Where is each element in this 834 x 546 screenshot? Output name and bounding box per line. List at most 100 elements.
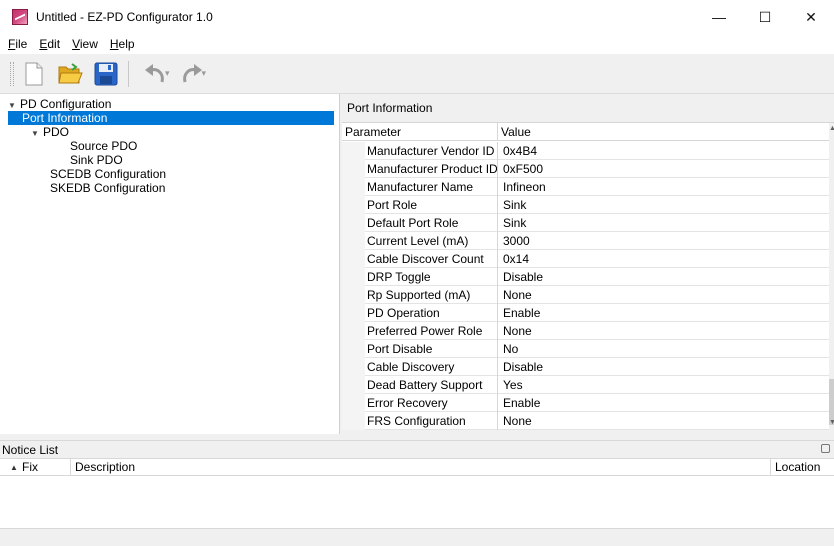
close-button[interactable]: ✕ (788, 0, 834, 34)
scroll-up-icon[interactable]: ▲ (829, 125, 834, 132)
property-name: FRS Configuration (365, 412, 498, 430)
title-bar: Untitled - EZ-PD Configurator 1.0 — ☐ ✕ (0, 0, 834, 34)
property-row[interactable]: Port Disable No (342, 340, 829, 358)
column-header-location[interactable]: Location (775, 459, 820, 477)
property-name: DRP Toggle (365, 268, 498, 286)
menu-view[interactable]: View (66, 37, 104, 51)
property-value[interactable]: Sink (498, 214, 829, 232)
property-name: Manufacturer Name (365, 178, 498, 196)
sort-ascending-icon[interactable]: ▲ (10, 459, 18, 477)
property-value[interactable]: Disable (498, 268, 829, 286)
tree-item-label: SCEDB Configuration (50, 167, 167, 181)
property-name: Preferred Power Role (365, 322, 498, 340)
new-file-icon (25, 62, 43, 85)
property-row[interactable]: Current Level (mA) 3000 (342, 232, 829, 250)
save-button[interactable] (90, 58, 122, 90)
undo-dropdown-icon[interactable]: ▾ (165, 68, 170, 79)
property-row[interactable]: Dead Battery Support Yes (342, 376, 829, 394)
configuration-tree: ▼ PD Configuration Port Information ▼ PDO … (0, 94, 340, 434)
property-row[interactable]: DRP Toggle Disable (342, 268, 829, 286)
property-row[interactable]: Manufacturer Vendor ID 0x4B4 (342, 142, 829, 160)
property-row[interactable]: Default Port Role Sink (342, 214, 829, 232)
property-value[interactable]: None (498, 322, 829, 340)
tree-item-scedb-configuration[interactable]: SCEDB Configuration (50, 167, 166, 181)
property-value[interactable]: Disable (498, 358, 829, 376)
property-name: Dead Battery Support (365, 376, 498, 394)
new-file-button[interactable] (18, 58, 50, 90)
port-information-panel: Port Information Parameter Value Manufac… (342, 94, 834, 434)
property-row[interactable]: Manufacturer Product ID 0xF500 (342, 160, 829, 178)
tree-item-sink-pdo[interactable]: Sink PDO (70, 153, 123, 167)
property-grid: Parameter Value Manufacturer Vendor ID 0x… (342, 122, 834, 430)
window-title: Untitled - EZ-PD Configurator 1.0 (36, 10, 213, 24)
property-row[interactable]: Cable Discover Count 0x14 (342, 250, 829, 268)
tree-item-source-pdo[interactable]: Source PDO (70, 139, 137, 153)
toolbar-separator (128, 60, 129, 87)
menu-help-label: elp (118, 37, 135, 51)
toolbar: ▾ ▾ (0, 54, 834, 94)
row-gutter (342, 304, 365, 322)
property-value[interactable]: Enable (498, 394, 829, 412)
property-row[interactable]: Preferred Power Role None (342, 322, 829, 340)
property-name: PD Operation (365, 304, 498, 322)
property-row[interactable]: FRS Configuration None (342, 412, 829, 430)
redo-dropdown-icon[interactable]: ▾ (202, 68, 207, 79)
pin-icon[interactable] (821, 444, 830, 453)
maximize-button[interactable]: ☐ (742, 0, 788, 34)
property-value[interactable]: 0xF500 (498, 160, 829, 178)
menu-view-accel: V (72, 37, 80, 51)
column-header-fix[interactable]: Fix (22, 459, 38, 477)
menu-edit[interactable]: Edit (33, 37, 66, 51)
property-value[interactable]: 0x4B4 (498, 142, 829, 160)
property-name: Current Level (mA) (365, 232, 498, 250)
property-row[interactable]: Manufacturer Name Infineon (342, 178, 829, 196)
minimize-button[interactable]: — (696, 0, 742, 34)
property-value[interactable]: Yes (498, 376, 829, 394)
tree-item-port-information[interactable]: Port Information (8, 111, 334, 125)
property-value[interactable]: None (498, 412, 829, 430)
row-gutter (342, 358, 365, 376)
app-logo-icon (12, 9, 28, 25)
scroll-down-icon[interactable]: ▼ (829, 419, 834, 426)
property-value[interactable]: 0x14 (498, 250, 829, 268)
property-value[interactable]: Infineon (498, 178, 829, 196)
notice-list-body (0, 476, 834, 528)
row-gutter (342, 322, 365, 340)
menu-view-label: iew (79, 37, 98, 51)
expand-arrow-icon[interactable]: ▼ (31, 127, 43, 141)
property-value[interactable]: No (498, 340, 829, 358)
row-gutter (342, 250, 365, 268)
column-header-value[interactable]: Value (498, 123, 829, 141)
row-gutter (342, 394, 365, 412)
property-row[interactable]: Error Recovery Enable (342, 394, 829, 412)
tree-item-pd-configuration[interactable]: ▼ PD Configuration (8, 97, 111, 111)
column-divider[interactable] (70, 459, 71, 477)
property-name: Cable Discover Count (365, 250, 498, 268)
vertical-scrollbar[interactable]: ▲ ▼ (829, 123, 834, 430)
panel-title: Port Information (342, 94, 834, 122)
column-divider[interactable] (770, 459, 771, 477)
property-row[interactable]: Rp Supported (mA) None (342, 286, 829, 304)
tree-item-skedb-configuration[interactable]: SKEDB Configuration (50, 181, 165, 195)
tree-item-label: PDO (43, 125, 70, 139)
property-row[interactable]: Port Role Sink (342, 196, 829, 214)
property-row[interactable]: PD Operation Enable (342, 304, 829, 322)
toolbar-grip[interactable] (10, 61, 14, 86)
notice-list-title: Notice List (2, 443, 59, 457)
status-bar (0, 528, 834, 546)
property-name: Manufacturer Product ID (367, 160, 498, 178)
property-value[interactable]: None (498, 286, 829, 304)
property-row[interactable]: Cable Discovery Disable (342, 358, 829, 376)
property-value[interactable]: Enable (498, 304, 829, 322)
menu-help-accel: H (109, 37, 119, 51)
property-value[interactable]: 3000 (498, 232, 829, 250)
menu-file[interactable]: File (0, 37, 33, 51)
column-header-parameter[interactable]: Parameter (342, 123, 498, 141)
row-gutter (342, 340, 365, 358)
menu-help[interactable]: Help (104, 37, 141, 51)
tree-item-pdo[interactable]: ▼ PDO (31, 125, 69, 139)
open-button[interactable] (54, 58, 86, 90)
property-value[interactable]: Sink (498, 196, 829, 214)
row-gutter (342, 160, 365, 178)
column-header-description[interactable]: Description (75, 459, 135, 477)
